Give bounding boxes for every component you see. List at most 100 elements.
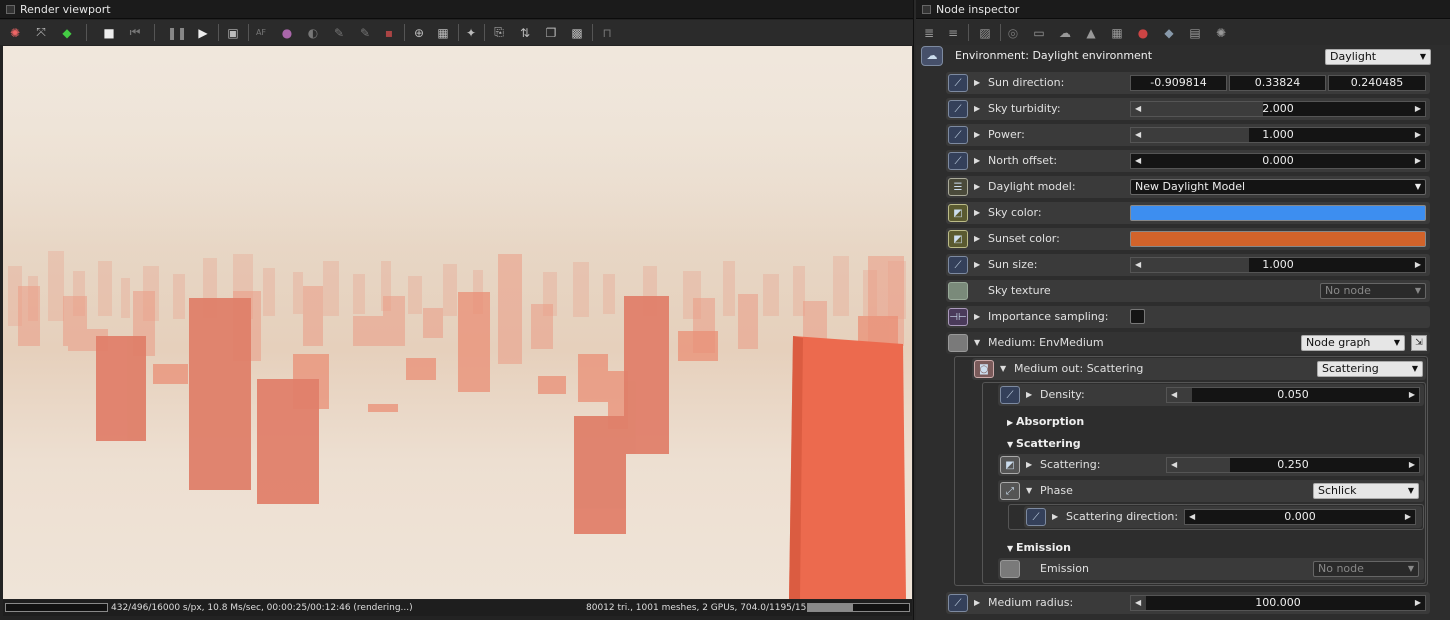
emission-value: No node <box>1318 562 1364 575</box>
start-render-icon[interactable]: ▶ <box>194 24 212 41</box>
medium-dropdown[interactable]: Node graph ▼ <box>1301 335 1405 351</box>
density-row: ⟋ ▶ Density: ◀ 0.050 ▶ <box>998 384 1424 406</box>
image-icon[interactable]: ▤ <box>1186 24 1204 41</box>
material-icon[interactable]: ● <box>1134 24 1152 41</box>
sunset-color-row: ◩ ▶ Sunset color: <box>946 228 1430 250</box>
white-balance-icon[interactable]: ◐ <box>304 24 322 41</box>
background-image-icon[interactable]: ▩ <box>568 24 586 41</box>
medium-out-label: Medium out: Scattering <box>1014 362 1144 375</box>
fit-view-icon[interactable]: ⤧ <box>32 24 50 41</box>
sky-color-swatch[interactable] <box>1130 205 1426 221</box>
daylight-model-label: Daylight model: <box>988 180 1076 193</box>
importance-sampling-checkbox[interactable] <box>1130 309 1145 324</box>
render-image[interactable] <box>3 46 912 599</box>
rgb-node-icon[interactable]: ◩ <box>948 230 968 248</box>
emission-node-icon[interactable] <box>1000 560 1020 578</box>
render-status-bar: 432/496/16000 s/px, 10.8 Ms/sec, 00:00:2… <box>3 600 912 616</box>
film-settings-icon[interactable]: ▭ <box>1030 24 1048 41</box>
copy-to-clipboard-icon[interactable]: ⎘ <box>490 24 508 41</box>
pause-render-icon[interactable]: ❚❚ <box>167 24 187 41</box>
save-render-icon[interactable]: ⇅ <box>516 24 534 41</box>
texture-node-icon[interactable]: ◩ <box>1000 456 1020 474</box>
material-picker-icon[interactable]: ✎ <box>330 24 348 41</box>
lock-viewport-icon[interactable]: ⊓ <box>598 24 616 41</box>
node-inspector-panel: Node inspector ≣ ≡ ▨ ◎ ▭ ☁ ▲ ▦ ● ◆ ▤ ✺ ☁… <box>916 0 1450 620</box>
object-picker-icon[interactable]: ✎ <box>356 24 374 41</box>
render-target-icon[interactable]: ▨ <box>976 24 994 41</box>
collapse-all-icon[interactable]: ≣ <box>920 24 938 41</box>
medium-radius-slider[interactable]: ◀ 100.000 ▶ <box>1130 595 1426 611</box>
sun-size-label: Sun size: <box>988 258 1038 271</box>
realtime-mode-icon[interactable]: ▣ <box>224 24 242 41</box>
color-picker-icon[interactable]: ● <box>278 24 296 41</box>
scattering-section[interactable]: ▼ Scattering <box>1007 437 1081 450</box>
float-node-icon[interactable]: ⟋ <box>948 152 968 170</box>
float-node-icon[interactable]: ⟋ <box>948 74 968 92</box>
phase-dropdown[interactable]: Schlick ▼ <box>1313 483 1419 499</box>
float-node-icon[interactable]: ⟋ <box>948 594 968 612</box>
sunset-color-swatch[interactable] <box>1130 231 1426 247</box>
sun-direction-y-field[interactable]: 0.33824 <box>1229 75 1326 91</box>
visible-environment-icon[interactable]: ▲ <box>1082 24 1100 41</box>
float-node-icon[interactable]: ⟋ <box>948 100 968 118</box>
north-offset-slider[interactable]: ◀ 0.000 ▶ <box>1130 153 1426 169</box>
export-passes-icon[interactable]: ❐ <box>542 24 560 41</box>
enum-node-icon[interactable]: ☰ <box>948 178 968 196</box>
reset-render-icon[interactable]: ✺ <box>6 24 24 41</box>
sky-texture-row: Sky texture No node ▼ <box>946 280 1430 302</box>
lock-resolution-icon[interactable]: ✦ <box>462 24 480 41</box>
emission-section[interactable]: ▼ Emission <box>1007 541 1071 554</box>
medium-out-dropdown[interactable]: Scattering ▼ <box>1317 361 1423 377</box>
region-render-icon[interactable]: ▦ <box>434 24 452 41</box>
float-node-icon[interactable]: ⟋ <box>1026 508 1046 526</box>
sun-direction-label: Sun direction: <box>988 76 1065 89</box>
density-value: 0.050 <box>1277 388 1309 401</box>
sky-turbidity-row: ⟋ ▶ Sky turbidity: ◀ 2.000 ▶ <box>946 98 1430 120</box>
scattering-value: 0.250 <box>1277 458 1309 471</box>
render-viewport-panel: Render viewport ✺ ⤧ ◆ ■ ⏮ ❚❚ ▶ ▣ AF ● ◐ … <box>0 0 914 620</box>
daylight-model-value: New Daylight Model <box>1135 180 1246 193</box>
north-offset-value: 0.000 <box>1262 154 1294 167</box>
render-progress-bar <box>5 603 108 612</box>
environment-icon[interactable]: ☁ <box>1056 24 1074 41</box>
texture-node-icon[interactable] <box>948 282 968 300</box>
phase-node-icon[interactable]: ⤢ <box>1000 482 1020 500</box>
absorption-section[interactable]: ▶ Absorption <box>1007 415 1084 428</box>
sky-texture-dropdown[interactable]: No node ▼ <box>1320 283 1426 299</box>
power-slider[interactable]: ◀ 1.000 ▶ <box>1130 127 1426 143</box>
focus-picker-icon[interactable]: ▪ <box>380 24 398 41</box>
bool-node-icon[interactable]: ⊣⊢ <box>948 308 968 326</box>
recenter-view-icon[interactable]: ◆ <box>58 24 76 41</box>
expand-all-icon[interactable]: ≡ <box>944 24 962 41</box>
daylight-model-dropdown[interactable]: New Daylight Model ▼ <box>1130 179 1426 195</box>
scattering-node-icon[interactable]: ◙ <box>974 360 994 378</box>
power-row: ⟋ ▶ Power: ◀ 1.000 ▶ <box>946 124 1430 146</box>
sun-size-slider[interactable]: ◀ 1.000 ▶ <box>1130 257 1426 273</box>
kernel-icon[interactable]: ▦ <box>1108 24 1126 41</box>
camera-icon[interactable]: ◎ <box>1004 24 1022 41</box>
density-slider[interactable]: ◀ 0.050 ▶ <box>1166 387 1420 403</box>
environment-type-dropdown[interactable]: Daylight ▼ <box>1325 49 1431 65</box>
sun-icon[interactable]: ✺ <box>1212 24 1230 41</box>
sky-turbidity-slider[interactable]: ◀ 2.000 ▶ <box>1130 101 1426 117</box>
emission-dropdown[interactable]: No node ▼ <box>1313 561 1419 577</box>
medium-node-icon[interactable] <box>948 334 968 352</box>
float-node-icon[interactable]: ⟋ <box>948 126 968 144</box>
float-node-icon[interactable]: ⟋ <box>1000 386 1020 404</box>
node-graph-button[interactable]: ⇲ <box>1411 335 1427 351</box>
render-toolbar: ✺ ⤧ ◆ ■ ⏮ ❚❚ ▶ ▣ AF ● ◐ ✎ ✎ ▪ ⊕ ▦ ✦ ⎘ ⇅ … <box>0 20 913 45</box>
emission-label: Emission <box>1040 562 1089 575</box>
sun-direction-x-field[interactable]: -0.909814 <box>1130 75 1227 91</box>
zoom-icon[interactable]: ⊕ <box>410 24 428 41</box>
scattering-direction-value: 0.000 <box>1284 510 1316 523</box>
mesh-icon[interactable]: ◆ <box>1160 24 1178 41</box>
scattering-direction-slider[interactable]: ◀ 0.000 ▶ <box>1184 509 1416 525</box>
scattering-slider[interactable]: ◀ 0.250 ▶ <box>1166 457 1420 473</box>
emission-row: Emission No node ▼ <box>998 558 1424 580</box>
float-node-icon[interactable]: ⟋ <box>948 256 968 274</box>
stop-render-icon[interactable]: ■ <box>100 24 118 41</box>
af-icon[interactable]: AF <box>252 24 270 41</box>
restart-render-icon[interactable]: ⏮ <box>126 24 144 41</box>
rgb-node-icon[interactable]: ◩ <box>948 204 968 222</box>
sun-direction-z-field[interactable]: 0.240485 <box>1328 75 1426 91</box>
